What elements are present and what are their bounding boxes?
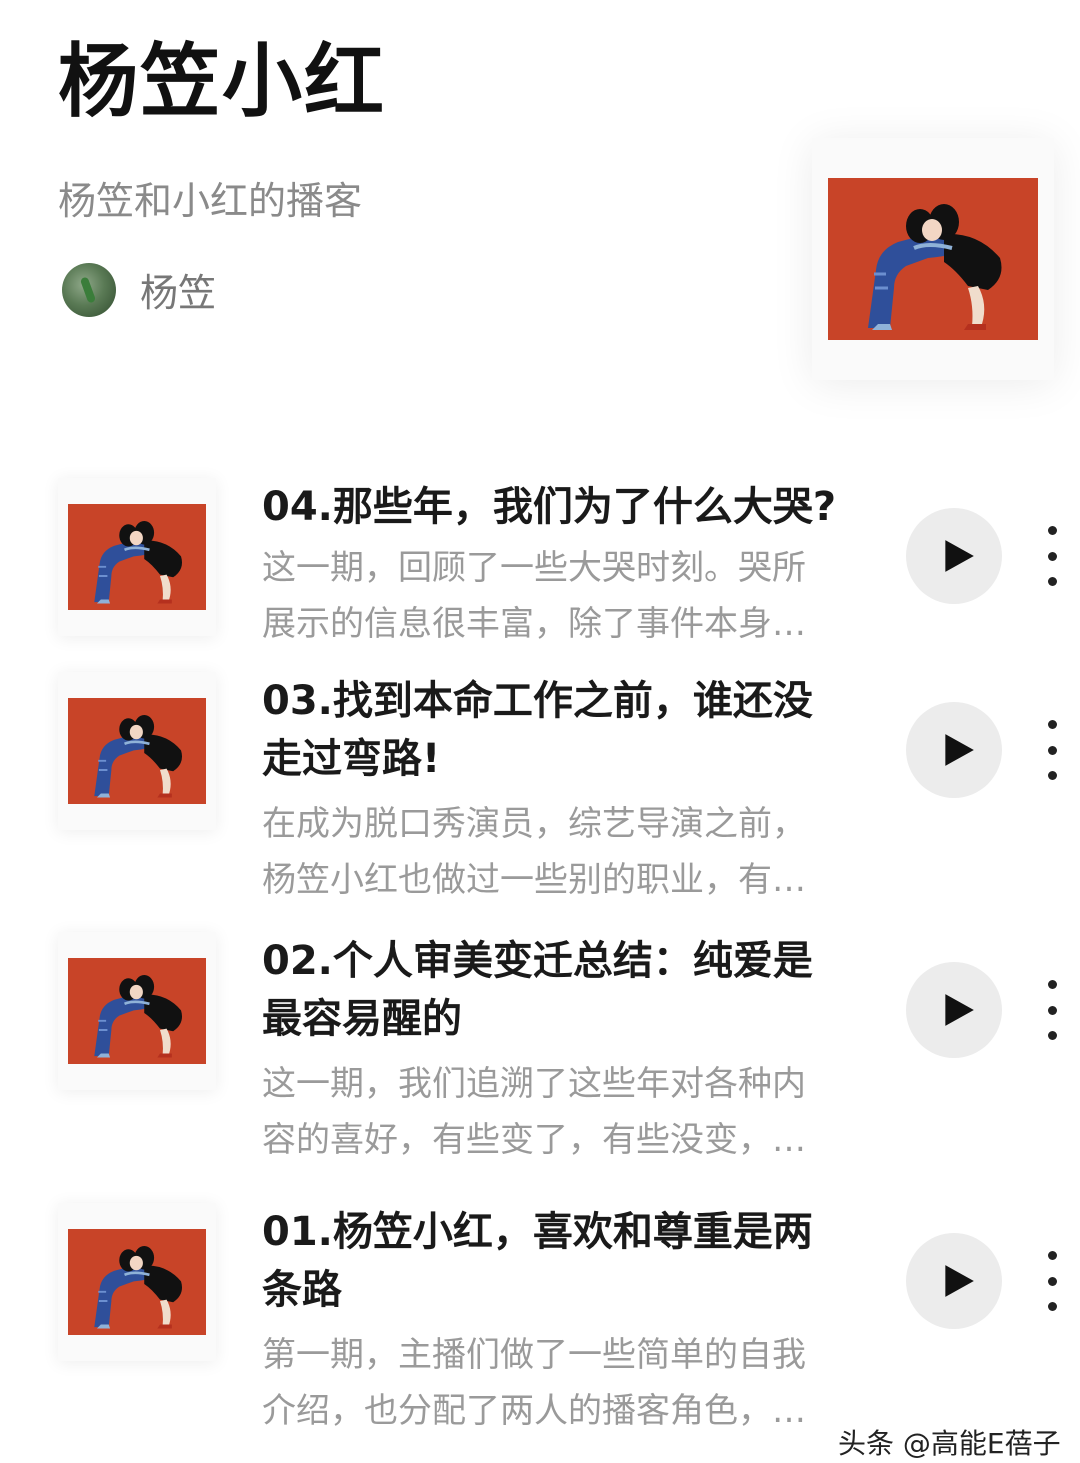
episode-title[interactable]: 01.杨笠小红，喜欢和尊重是两 条路 [262, 1203, 872, 1319]
more-vertical-icon [1047, 980, 1057, 989]
episode-title[interactable]: 04.那些年，我们为了什么大哭? [262, 478, 872, 536]
cover-art-image [68, 1229, 206, 1335]
cover-art-image [828, 178, 1038, 340]
more-vertical-icon [1047, 1005, 1057, 1015]
podcast-cover [812, 138, 1054, 380]
author-row[interactable]: 杨笠 [62, 262, 216, 317]
episode-desc-line: 在成为脱口秀演员，综艺导演之前， [262, 804, 806, 844]
more-vertical-icon [1047, 1276, 1057, 1286]
play-icon [939, 537, 977, 575]
podcast-title: 杨笠小红 [58, 35, 386, 128]
more-vertical-icon [1047, 1251, 1057, 1260]
more-options-button[interactable] [1038, 980, 1066, 1040]
more-options-button[interactable] [1038, 526, 1066, 586]
more-vertical-icon [1047, 526, 1057, 535]
watermark: 头条 @高能E蓓子 [838, 1427, 1061, 1460]
episode-desc-line: 容的喜好，有些变了，有些没变，… [262, 1120, 806, 1160]
play-icon [939, 991, 977, 1029]
episode-desc-line: 介绍，也分配了两人的播客角色，… [262, 1391, 806, 1431]
episode-title[interactable]: 02.个人审美变迁总结：纯爱是 最容易醒的 [262, 932, 872, 1048]
more-vertical-icon [1047, 745, 1057, 755]
episode-title-line: 条路 [262, 1267, 342, 1313]
more-vertical-icon [1047, 1031, 1057, 1040]
episode-description: 这一期，我们追溯了这些年对各种内 容的喜好，有些变了，有些没变，… [262, 1056, 862, 1168]
episode-title-line: 01.杨笠小红，喜欢和尊重是两 [262, 1209, 813, 1255]
episode-title-line: 最容易醒的 [262, 996, 462, 1042]
author-name[interactable]: 杨笠 [140, 262, 216, 317]
more-vertical-icon [1047, 1302, 1057, 1311]
play-button[interactable] [906, 702, 1002, 798]
more-options-button[interactable] [1038, 720, 1066, 780]
episode-title-line: 走过弯路! [262, 736, 441, 782]
episode-item[interactable]: 04.那些年，我们为了什么大哭? 这一期，回顾了一些大哭时刻。哭所 展示的信息很… [0, 478, 1080, 648]
play-button[interactable] [906, 508, 1002, 604]
play-icon [939, 731, 977, 769]
episode-desc-line: 这一期，我们追溯了这些年对各种内 [262, 1064, 806, 1104]
episode-item[interactable]: 01.杨笠小红，喜欢和尊重是两 条路 第一期，主播们做了一些简单的自我 介绍，也… [0, 1203, 1080, 1433]
cover-art-image [68, 958, 206, 1064]
episode-thumbnail[interactable] [58, 932, 216, 1090]
episode-thumbnail[interactable] [58, 478, 216, 636]
cover-art-image [68, 698, 206, 804]
episode-description: 在成为脱口秀演员，综艺导演之前， 杨笠小红也做过一些别的职业，有… [262, 796, 862, 908]
episode-desc-line: 这一期，回顾了一些大哭时刻。哭所 [262, 548, 806, 588]
episode-desc-line: 杨笠小红也做过一些别的职业，有… [262, 860, 806, 900]
play-icon [939, 1262, 977, 1300]
episode-desc-line: 第一期，主播们做了一些简单的自我 [262, 1335, 806, 1375]
episode-item[interactable]: 03.找到本命工作之前，谁还没 走过弯路! 在成为脱口秀演员，综艺导演之前， 杨… [0, 672, 1080, 902]
cover-art-image [68, 504, 206, 610]
episode-desc-line: 展示的信息很丰富，除了事件本身… [262, 604, 806, 644]
more-vertical-icon [1047, 551, 1057, 561]
more-options-button[interactable] [1038, 1251, 1066, 1311]
play-button[interactable] [906, 1233, 1002, 1329]
episode-title-line: 02.个人审美变迁总结：纯爱是 [262, 938, 813, 984]
more-vertical-icon [1047, 771, 1057, 780]
episode-description: 这一期，回顾了一些大哭时刻。哭所 展示的信息很丰富，除了事件本身… [262, 540, 862, 652]
episode-thumbnail[interactable] [58, 672, 216, 830]
more-vertical-icon [1047, 720, 1057, 729]
author-avatar[interactable] [62, 262, 116, 317]
episode-item[interactable]: 02.个人审美变迁总结：纯爱是 最容易醒的 这一期，我们追溯了这些年对各种内 容… [0, 932, 1080, 1162]
play-button[interactable] [906, 962, 1002, 1058]
episode-thumbnail[interactable] [58, 1203, 216, 1361]
episode-title[interactable]: 03.找到本命工作之前，谁还没 走过弯路! [262, 672, 872, 788]
episode-title-line: 03.找到本命工作之前，谁还没 [262, 678, 813, 724]
podcast-subtitle: 杨笠和小红的播客 [58, 179, 363, 223]
episode-title-text: 04.那些年，我们为了什么大哭? [262, 484, 837, 530]
more-vertical-icon [1047, 577, 1057, 586]
episode-description: 第一期，主播们做了一些简单的自我 介绍，也分配了两人的播客角色，… [262, 1327, 862, 1439]
